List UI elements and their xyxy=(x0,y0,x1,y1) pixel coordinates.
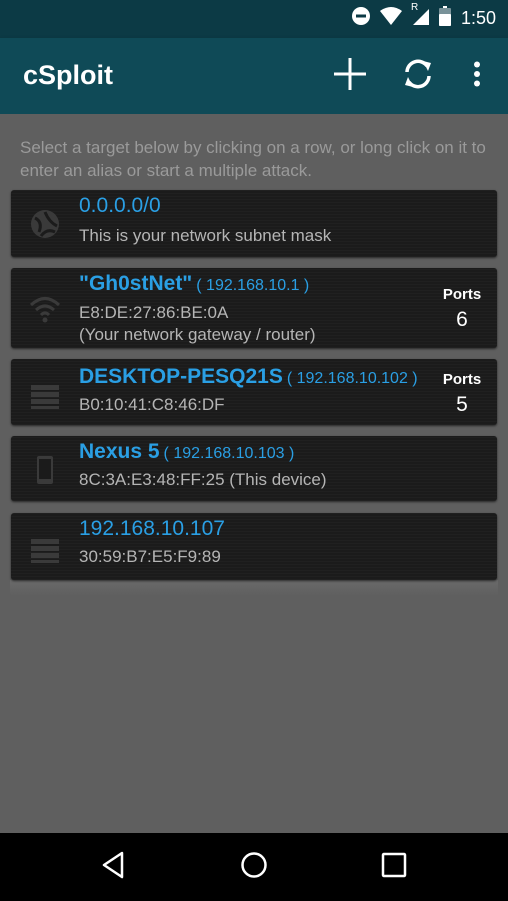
target-row-desktop[interactable]: DESKTOP-PESQ21S( 192.168.10.102 ) B0:10:… xyxy=(11,359,497,425)
network-icon xyxy=(29,208,61,240)
app-title: cSploit xyxy=(23,60,114,90)
target-row-gateway[interactable]: "Gh0stNet"( 192.168.10.1 ) E8:DE:27:86:B… xyxy=(11,268,497,348)
wifi-icon xyxy=(379,6,403,31)
target-list-screen: Select a target below by clicking on a r… xyxy=(0,114,508,833)
ports-indicator: Ports 6 xyxy=(437,286,487,332)
ports-count: 6 xyxy=(456,308,468,331)
battery-icon xyxy=(438,5,451,31)
recents-button[interactable] xyxy=(374,847,414,887)
home-icon xyxy=(240,851,268,884)
target-name: 192.168.10.107 xyxy=(79,517,225,541)
target-row-host[interactable]: 192.168.10.107 30:59:B7:E5:F9:89 xyxy=(11,513,497,580)
target-description: This is your network subnet mask xyxy=(79,226,332,245)
target-ip: ( 192.168.10.103 ) xyxy=(163,445,295,462)
target-name-text: Nexus 5 xyxy=(79,440,160,463)
refresh-icon xyxy=(401,57,435,96)
target-row-nexus[interactable]: Nexus 5( 192.168.10.103 ) 8C:3A:E3:48:FF… xyxy=(11,436,497,501)
status-time: 1:50 xyxy=(460,7,496,28)
target-ip: ( 192.168.10.102 ) xyxy=(286,370,418,387)
cell-signal-icon: R xyxy=(411,2,431,31)
target-name: Nexus 5( 192.168.10.103 ) xyxy=(79,440,294,464)
target-name: "Gh0stNet"( 192.168.10.1 ) xyxy=(79,272,309,296)
status-icons: R 1:50 xyxy=(343,2,496,31)
refresh-button[interactable] xyxy=(396,54,440,98)
recents-icon xyxy=(381,852,407,883)
back-icon xyxy=(100,851,126,884)
target-description: (Your network gateway / router) xyxy=(79,325,316,344)
computer-icon xyxy=(29,381,61,413)
target-ip: ( 192.168.10.1 ) xyxy=(196,277,310,294)
do-not-disturb-icon xyxy=(351,6,371,31)
ports-label: Ports xyxy=(442,371,482,388)
target-name-text: 192.168.10.107 xyxy=(79,517,225,540)
app-bar: cSploit xyxy=(0,38,508,114)
target-name: DESKTOP-PESQ21S( 192.168.10.102 ) xyxy=(79,365,418,389)
target-name-text: "Gh0stNet" xyxy=(79,272,193,295)
back-button[interactable] xyxy=(93,847,133,887)
target-name-text: 0.0.0.0/0 xyxy=(79,194,161,217)
overflow-menu-button[interactable] xyxy=(455,54,499,98)
instruction-text: Select a target below by clicking on a r… xyxy=(20,138,486,180)
target-row-subnet[interactable]: 0.0.0.0/0 This is your network subnet ma… xyxy=(11,190,497,257)
navigation-bar xyxy=(0,833,508,901)
phone-icon xyxy=(29,454,61,486)
wifi-router-icon xyxy=(29,294,61,326)
target-mac: 30:59:B7:E5:F9:89 xyxy=(79,547,221,566)
add-target-button[interactable] xyxy=(328,54,372,98)
ports-indicator: Ports 5 xyxy=(437,371,487,417)
overflow-menu-icon xyxy=(473,61,481,92)
ports-label: Ports xyxy=(442,286,482,303)
roaming-indicator: R xyxy=(410,1,419,13)
target-mac: E8:DE:27:86:BE:0A xyxy=(79,303,229,322)
list-footer-shadow xyxy=(10,580,498,596)
ports-count: 5 xyxy=(456,393,468,416)
home-button[interactable] xyxy=(234,847,274,887)
target-mac: B0:10:41:C8:46:DF xyxy=(79,395,225,414)
target-name-text: DESKTOP-PESQ21S xyxy=(79,365,283,388)
computer-icon xyxy=(29,535,61,567)
target-name: 0.0.0.0/0 xyxy=(79,194,161,218)
add-icon xyxy=(332,56,368,97)
status-bar: R 1:50 xyxy=(0,0,508,38)
target-mac: 8C:3A:E3:48:FF:25 (This device) xyxy=(79,470,327,489)
